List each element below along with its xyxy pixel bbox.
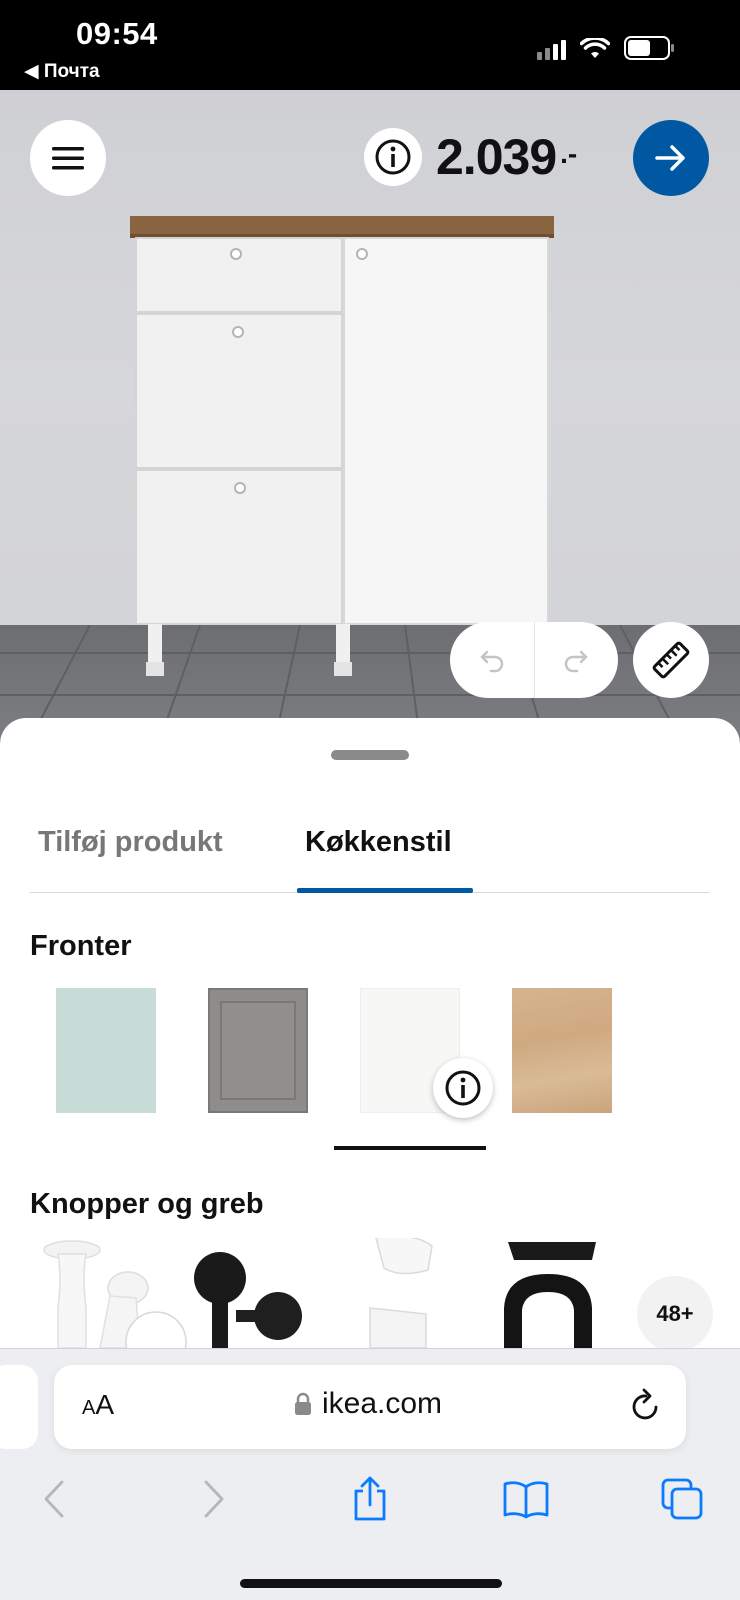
- home-indicator: [240, 1579, 502, 1588]
- url-text: ikea.com: [322, 1387, 443, 1420]
- share-icon: [354, 1476, 386, 1521]
- tabs-button[interactable]: [652, 1469, 712, 1529]
- chevron-left-icon: [44, 1480, 64, 1518]
- tabs-icon: [661, 1478, 703, 1520]
- redo-button[interactable]: [535, 622, 619, 698]
- tab-add-product[interactable]: Tilføj produkt: [38, 826, 223, 859]
- sheet-grabber[interactable]: [331, 750, 409, 760]
- handle-white-pull[interactable]: [369, 1238, 433, 1348]
- undo-button[interactable]: [450, 622, 534, 698]
- front-info-button[interactable]: [433, 1058, 493, 1118]
- text-size-large-label: A: [95, 1389, 115, 1420]
- handle-black-bow[interactable]: [504, 1242, 596, 1348]
- share-button[interactable]: [340, 1469, 400, 1529]
- browser-nav-row: [0, 1469, 740, 1529]
- front-swatch-light-green[interactable]: [56, 988, 156, 1113]
- price-suffix: .-: [560, 138, 578, 169]
- page-settings-button[interactable]: AA: [82, 1389, 114, 1421]
- total-price: 2.039: [436, 129, 557, 185]
- battery-icon: [624, 36, 674, 60]
- browser-toolbar: AA ikea.com: [0, 1348, 740, 1600]
- back-button[interactable]: [24, 1469, 84, 1529]
- handle-black-knob[interactable]: [194, 1252, 302, 1348]
- undo-redo-control: [450, 622, 618, 698]
- status-time: 09:54: [76, 16, 158, 51]
- undo-icon: [480, 650, 503, 673]
- ruler-icon: [652, 641, 690, 679]
- back-to-mail-link[interactable]: ◀ Почта: [24, 60, 100, 83]
- chevron-right-icon: [204, 1480, 224, 1518]
- cellular-signal-icon: [537, 38, 566, 60]
- next-step-button[interactable]: [633, 120, 709, 196]
- lock-icon: [295, 1392, 311, 1415]
- menu-button[interactable]: [30, 120, 106, 196]
- cabinet-model[interactable]: [0, 90, 740, 740]
- status-bar: 09:54 ◀ Почта: [0, 0, 740, 90]
- info-icon: [375, 139, 411, 175]
- price-summary: 2.039 .-: [364, 128, 577, 186]
- handles-carousel[interactable]: [40, 1238, 620, 1348]
- fronts-heading: Fronter: [30, 930, 132, 962]
- more-handles-badge[interactable]: 48+: [637, 1276, 713, 1348]
- hamburger-menu-icon: [52, 147, 84, 170]
- kitchen-planner-3d-view[interactable]: 2.039 .-: [0, 90, 740, 740]
- arrow-right-icon: [655, 145, 685, 171]
- previous-tab-peek[interactable]: [0, 1365, 38, 1449]
- handles-heading: Knopper og greb: [30, 1188, 264, 1220]
- active-tab-indicator: [297, 888, 473, 893]
- front-swatch-grey-framed[interactable]: [208, 988, 308, 1113]
- price-info-button[interactable]: [364, 128, 422, 186]
- info-icon: [445, 1070, 481, 1106]
- url-display[interactable]: ikea.com: [294, 1387, 442, 1421]
- redo-icon: [565, 650, 588, 673]
- reload-button[interactable]: [628, 1387, 664, 1430]
- text-size-small-label: A: [82, 1397, 96, 1419]
- status-indicators: [537, 36, 676, 60]
- forward-button[interactable]: [184, 1469, 244, 1529]
- front-swatch-oak[interactable]: [512, 988, 612, 1113]
- reload-icon: [632, 1388, 658, 1420]
- book-icon: [503, 1481, 549, 1519]
- address-bar[interactable]: AA ikea.com: [54, 1365, 686, 1449]
- wifi-icon: [580, 38, 610, 58]
- tab-kitchen-style[interactable]: Køkkenstil: [305, 826, 452, 859]
- measure-button[interactable]: [633, 622, 709, 698]
- style-bottom-sheet: Tilføj produkt Køkkenstil Fronter Knoppe…: [0, 718, 740, 1348]
- selected-front-indicator: [334, 1146, 486, 1150]
- bookmarks-button[interactable]: [496, 1469, 556, 1529]
